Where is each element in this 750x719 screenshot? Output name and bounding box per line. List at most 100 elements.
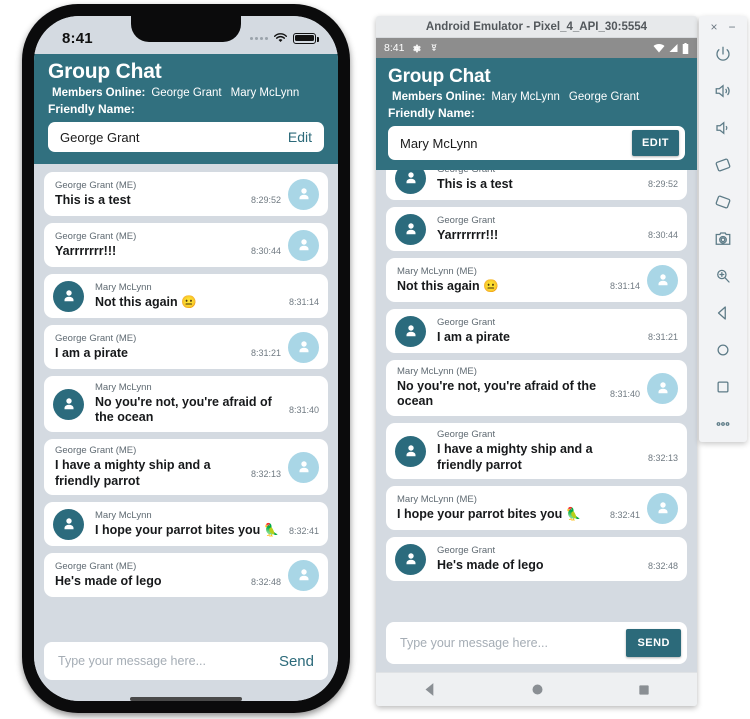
ios-composer-area: Type your message here... Send [34, 636, 338, 701]
battery-icon [293, 32, 319, 44]
message-body: George GrantThis is a test 8:29:52 [433, 170, 678, 192]
message-sender: George Grant (ME) [55, 445, 137, 457]
overview-nav-icon[interactable] [637, 683, 651, 697]
message-row[interactable]: George Grant (ME) He's made of lego 8:32:4… [44, 553, 328, 598]
message-body: George Grant (ME) He's made of lego 8:32:4… [53, 561, 281, 589]
back-icon[interactable] [699, 294, 747, 331]
message-row[interactable]: George Grant I am a pirate 8:31:21 [386, 309, 687, 353]
android-app-header: Group Chat Members Online: Mary McLynn G… [376, 58, 697, 170]
message-row[interactable]: George Grant Yarrrrrrr!!! 8:30:44 [386, 207, 687, 251]
signal-dots-icon [250, 36, 268, 40]
avatar [647, 372, 678, 404]
avatar [395, 213, 426, 245]
friendly-name-label: Friendly Name: [48, 102, 135, 116]
overview-icon[interactable] [699, 368, 747, 405]
friendly-name-field[interactable]: George Grant Edit [48, 122, 324, 152]
emulator-window-buttons[interactable]: × − [699, 16, 747, 35]
power-icon[interactable] [699, 35, 747, 72]
message-sender: George Grant [437, 170, 678, 177]
volume-up-icon[interactable] [699, 72, 747, 109]
close-icon[interactable]: × [710, 21, 717, 33]
message-body: Mary McLynn Not this again 😐 8:31:14 [91, 282, 319, 310]
home-indicator [130, 697, 242, 701]
friendly-name-value[interactable]: George Grant [60, 130, 140, 145]
message-input[interactable]: Type your message here... [400, 636, 548, 650]
message-timestamp: 8:32:41 [288, 525, 319, 536]
avatar [53, 280, 84, 312]
friendly-name-value[interactable]: Mary McLynn [400, 136, 478, 151]
message-row[interactable]: George Grant I have a mighty ship and a f… [386, 423, 687, 480]
android-composer[interactable]: Type your message here... SEND [386, 622, 687, 664]
message-sender: George Grant (ME) [55, 560, 137, 572]
avatar [288, 229, 319, 261]
zoom-icon[interactable] [699, 257, 747, 294]
message-body: George Grant Yarrrrrrr!!! 8:30:44 [433, 215, 678, 243]
emulator-window-title: Android Emulator - Pixel_4_API_30:5554 [376, 16, 697, 38]
message-row[interactable]: George Grant (ME) Yarrrrrrr!!! 8:30:44 [44, 223, 328, 267]
android-navigation-bar[interactable] [376, 672, 697, 706]
screenshot-camera-icon[interactable] [699, 220, 747, 257]
send-button[interactable]: Send [279, 653, 314, 670]
avatar [395, 543, 426, 575]
message-row[interactable]: Mary McLynn No you're not, you're afraid … [44, 376, 328, 433]
message-sender: George Grant [437, 544, 496, 556]
friendly-name-field[interactable]: Mary McLynn EDIT [388, 126, 685, 160]
android-status-bar: 8:41 [376, 38, 697, 58]
message-input[interactable]: Type your message here... [58, 654, 206, 668]
members-online-label: Members Online: [52, 87, 146, 99]
emulator-side-toolbar[interactable]: × − [699, 16, 747, 442]
message-row[interactable]: George Grant (ME) This is a test 8:29:52 [44, 172, 328, 216]
adb-icon [431, 43, 437, 51]
screenshot-root: 8:41 Group Chat Members Online: George G… [0, 0, 750, 719]
message-body: George Grant (ME) I have a mighty ship an… [53, 445, 281, 489]
message-text: I hope your parrot bites you 🦜 [397, 506, 582, 521]
message-timestamp: 8:31:21 [250, 348, 281, 359]
message-sender: George Grant (ME) [55, 230, 137, 242]
rotate-left-icon[interactable] [699, 146, 747, 183]
back-nav-icon[interactable] [422, 681, 439, 698]
android-status-left: 8:41 [384, 42, 439, 54]
message-body: George Grant I am a pirate 8:31:21 [433, 317, 678, 345]
home-icon[interactable] [699, 331, 747, 368]
message-row[interactable]: George Grant He's made of lego 8:32:48 [386, 537, 687, 582]
message-timestamp: 8:31:21 [647, 332, 678, 343]
message-text: He's made of lego [55, 573, 162, 588]
android-message-list[interactable]: George GrantThis is a test8:29:52George … [376, 170, 697, 616]
iphone-screen: 8:41 Group Chat Members Online: George G… [34, 16, 338, 701]
home-nav-icon[interactable] [530, 682, 545, 697]
android-emulator-window: Android Emulator - Pixel_4_API_30:5554 8… [376, 16, 697, 706]
send-button[interactable]: SEND [626, 629, 681, 657]
message-row[interactable]: Mary McLynn (ME) I hope your parrot bites… [386, 486, 687, 531]
iphone-notch [131, 16, 241, 42]
message-body: George Grant (ME) This is a test 8:29:52 [53, 180, 281, 208]
message-row[interactable]: George Grant (ME) I have a mighty ship an… [44, 439, 328, 496]
android-composer-area: Type your message here... SEND [376, 616, 697, 672]
message-row[interactable]: George Grant (ME) I am a pirate 8:31:21 [44, 325, 328, 369]
message-row[interactable]: George GrantThis is a test 8:29:52 [386, 170, 687, 200]
message-row[interactable]: Mary McLynn Not this again 😐 8:31:14 [44, 274, 328, 318]
members-online-row: Members Online: George Grant Mary McLynn [48, 87, 324, 99]
avatar [395, 170, 426, 194]
edit-button[interactable]: EDIT [631, 130, 679, 156]
message-row[interactable]: Mary McLynn (ME) No you're not, you're af… [386, 360, 687, 417]
iphone-device-frame: 8:41 Group Chat Members Online: George G… [22, 4, 350, 713]
minimize-icon[interactable]: − [728, 21, 735, 33]
avatar [53, 508, 84, 540]
message-body: Mary McLynn (ME) I hope your parrot bites… [395, 494, 640, 522]
ios-composer[interactable]: Type your message here... Send [44, 642, 328, 680]
ios-message-list[interactable]: George Grant (ME) This is a test 8:29:52 Ge… [34, 164, 338, 636]
signal-icon [669, 44, 678, 52]
wifi-icon [653, 43, 665, 53]
message-text: I have a mighty ship and a friendly parr… [437, 441, 593, 472]
rotate-right-icon[interactable] [699, 183, 747, 220]
avatar [647, 492, 678, 524]
message-sender: Mary McLynn (ME) [397, 366, 477, 377]
message-sender: George Grant [437, 214, 496, 226]
page-title: Group Chat [48, 60, 162, 83]
more-icon[interactable] [699, 405, 747, 442]
edit-button[interactable]: Edit [288, 129, 312, 145]
message-row[interactable]: Mary McLynn I hope your parrot bites you … [44, 502, 328, 547]
message-row[interactable]: Mary McLynn (ME) Not this again 😐 8:31:14 [386, 258, 687, 302]
gear-icon [413, 44, 422, 52]
volume-down-icon[interactable] [699, 109, 747, 146]
